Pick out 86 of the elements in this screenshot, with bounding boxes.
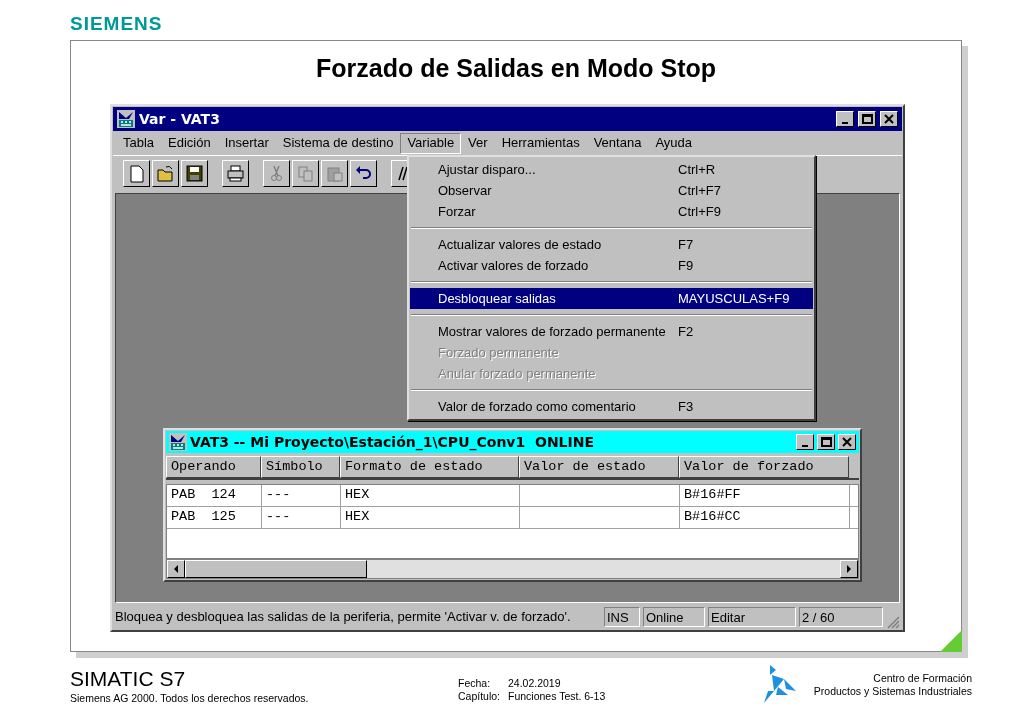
close-button[interactable] [838,434,856,450]
new-document-icon[interactable] [123,160,150,187]
company-logo: SIEMENS [70,12,163,36]
minimize-button[interactable] [796,434,814,450]
chapter-text: Funciones Test. 6-13 [508,690,606,703]
menu-item[interactable]: Desbloquear salidas MAYUSCULAS+F9 [410,288,813,309]
shortcut-label: MAYUSCULAS+F9 [678,289,790,308]
menu-item[interactable]: Valor de forzado como comentario F3 [410,396,813,417]
table-cell: B#16#CC [680,507,850,528]
maximize-icon [820,436,832,448]
column-header[interactable]: Símbolo [261,456,340,478]
status-message: Bloquea y desbloquea las salidas de la periferia, permite 'Activar v. de forzado'. [115,608,572,627]
printer-icon[interactable] [222,160,249,187]
table-cell: HEX [341,507,520,528]
menu-label: Ajustar disparo... [438,160,537,179]
minimize-button[interactable] [836,111,854,127]
table-cell: PAB 125 [167,507,262,528]
column-header[interactable]: Formato de estado [340,456,519,478]
menu-label: Forzar [438,202,477,221]
maximize-button[interactable] [817,434,835,450]
menu-item[interactable]: Forzar Ctrl+F9 [410,201,813,222]
column-header[interactable]: Valor de estado [519,456,679,478]
table-cell: --- [262,485,341,506]
menu-item[interactable]: Herramientas [494,132,587,154]
shortcut-label: F9 [678,256,694,275]
status-pane: Editar [708,607,796,627]
menu-item[interactable]: Edición [161,132,218,154]
column-header[interactable]: Valor de forzado [679,456,849,478]
resize-grip-icon [886,615,900,629]
copyright-text: Siemens AG 2000. Todos los derechos reservados. [70,691,309,706]
menu-item[interactable]: Ajustar disparo... Ctrl+R [410,159,813,180]
menu-item[interactable]: Observar Ctrl+F7 [410,180,813,201]
menu-label: Forzado permanente [438,343,560,362]
column-header[interactable]: Operando [166,456,261,478]
status-pane: Online [643,607,705,627]
window-title: Var - VAT3 [139,109,220,129]
left-arrow-icon[interactable] [173,565,179,573]
window-title: VAT3 -- Mi Proyecto\Estación_1\CPU_Conv1 ONLINE [190,432,594,453]
minimize-icon [802,445,808,447]
menu-label: Mostrar valores de forzado permanente [438,322,667,341]
slide-title: Forzado de Salidas en Modo Stop [316,53,716,83]
folder-icon[interactable] [152,160,179,187]
minimize-icon [842,122,848,124]
organization-text: Centro de Formación [873,672,972,685]
close-button[interactable] [880,111,898,127]
date-label: Fecha: [458,677,492,690]
menu-item[interactable]: Sistema de destino [275,132,401,154]
menu-item[interactable]: Mostrar valores de forzado permanente F2 [410,321,813,342]
menu-label: Desbloquear salidas [438,289,557,308]
product-name: SIMATIC S7 [70,667,186,691]
shortcut-label: F7 [678,235,694,254]
maximize-button[interactable] [858,111,876,127]
organization-text: Productos y Sistemas Industriales [813,685,972,698]
close-icon [841,436,853,448]
date-text: 24.02.2019 [508,677,562,690]
table-cell: B#16#FF [680,485,850,506]
menu-item[interactable]: Ayuda [648,132,699,154]
maximize-icon [861,113,873,125]
menu-item[interactable]: Ver [461,132,495,154]
menu-item[interactable]: Tabla [116,132,162,154]
menu-label: Valor de forzado como comentario [438,397,637,416]
menu-label: Anular forzado permanente [438,364,597,383]
menu-label: Actualizar valores de estado [438,235,603,254]
shortcut-label: F2 [678,322,694,341]
menu-item[interactable]: Actualizar valores de estado F7 [410,234,813,255]
menu-item[interactable]: Ventana [586,132,649,154]
table-cell: PAB 124 [167,485,262,506]
horizontal-scrollbar[interactable] [166,559,859,579]
app-icon [169,433,187,451]
menu-label: Observar [438,181,493,200]
table-cell: HEX [341,485,520,506]
menu-label: Activar valores de forzado [438,256,590,275]
table-cell: --- [262,507,341,528]
chapter-label: Capítulo: [458,690,502,703]
menu-item[interactable]: Activar valores de forzado F9 [410,255,813,276]
app-icon [117,110,135,128]
close-icon [883,113,895,125]
status-pane: 2 / 60 [799,607,883,627]
shortcut-label: Ctrl+F7 [678,181,721,200]
menu-item[interactable]: Insertar [217,132,276,154]
shortcut-label: Ctrl+F9 [678,202,721,221]
menu-item[interactable]: Variable [400,132,462,154]
right-arrow-icon[interactable] [846,565,852,573]
shortcut-label: F3 [678,397,694,416]
status-pane: INS [604,607,640,627]
shortcut-label: Ctrl+R [678,160,716,179]
